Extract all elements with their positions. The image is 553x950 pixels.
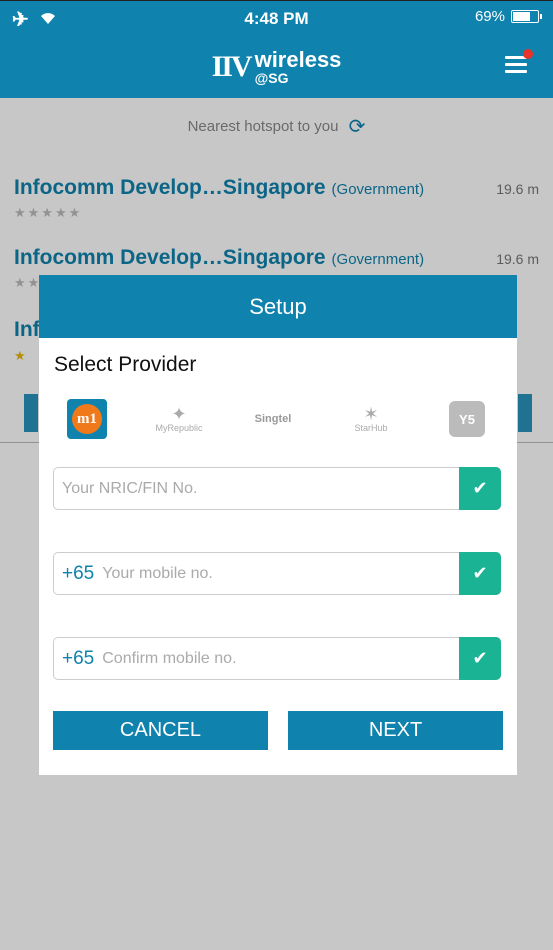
nric-placeholder: Your NRIC/FIN No. xyxy=(62,479,198,497)
checkmark-icon: ✔ xyxy=(459,552,501,595)
country-code: +65 xyxy=(62,562,95,584)
mobile-field[interactable]: +65 Your mobile no. ✔ xyxy=(53,552,501,595)
logo-mark: IIV xyxy=(211,50,253,83)
confirm-mobile-field[interactable]: +65 Confirm mobile no. ✔ xyxy=(53,637,501,680)
status-right: 69% xyxy=(474,8,542,25)
m1-logo-icon: m1 xyxy=(72,404,102,434)
checkmark-icon: ✔ xyxy=(459,637,501,680)
battery-icon xyxy=(511,10,542,23)
provider-label: StarHub xyxy=(354,423,388,433)
notification-dot-icon xyxy=(523,49,533,59)
logo-wireless: wireless xyxy=(254,47,342,72)
nric-field[interactable]: Your NRIC/FIN No. ✔ xyxy=(53,467,501,510)
logo-sg: @SG xyxy=(254,70,289,86)
mobile-placeholder: Your mobile no. xyxy=(102,564,213,582)
wifi-icon xyxy=(39,8,57,31)
provider-m1[interactable]: m1 xyxy=(67,399,107,439)
provider-singtel[interactable]: Singtel xyxy=(253,399,293,439)
status-bar: ✈ 4:48 PM 69% xyxy=(0,0,553,36)
provider-starhub[interactable]: ✶ StarHub xyxy=(351,399,391,439)
app-header: IIV wireless @SG xyxy=(0,36,553,98)
menu-button[interactable] xyxy=(505,49,533,74)
dialog-title: Setup xyxy=(39,275,517,338)
select-provider-label: Select Provider xyxy=(54,353,197,376)
provider-label: MyRepublic xyxy=(155,423,203,433)
myrepublic-logo-icon: ✦ xyxy=(171,404,187,424)
status-left: ✈ xyxy=(12,7,57,32)
starhub-logo-icon: ✶ xyxy=(363,404,379,424)
country-code: +65 xyxy=(62,647,95,669)
battery-percent: 69% xyxy=(474,8,505,25)
setup-dialog: Setup Select Provider m1 ✦ MyRepublic Si… xyxy=(39,275,517,775)
cancel-button[interactable]: CANCEL xyxy=(53,711,268,750)
confirm-mobile-placeholder: Confirm mobile no. xyxy=(102,649,237,667)
provider-list: m1 ✦ MyRepublic Singtel ✶ StarHub Y5 xyxy=(39,395,517,443)
airplane-icon: ✈ xyxy=(12,9,29,31)
provider-y5[interactable]: Y5 xyxy=(449,401,485,437)
wireless-sg-logo: IIV wireless @SG xyxy=(211,47,342,86)
y5-logo-icon: Y5 xyxy=(459,411,475,427)
singtel-logo-icon: Singtel xyxy=(254,413,292,425)
status-time: 4:48 PM xyxy=(244,8,309,28)
checkmark-icon: ✔ xyxy=(459,467,501,510)
provider-myrepublic[interactable]: ✦ MyRepublic xyxy=(155,399,202,439)
next-button[interactable]: NEXT xyxy=(288,711,503,750)
